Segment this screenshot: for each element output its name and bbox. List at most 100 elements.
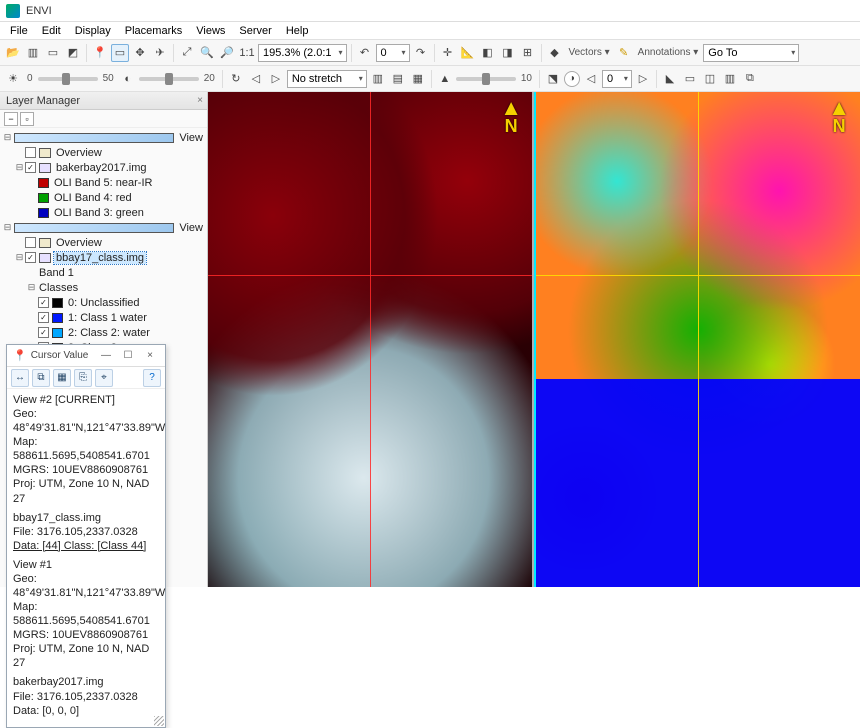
display-button[interactable]: ▭ [44,44,62,62]
menu-display[interactable]: Display [69,24,117,38]
tree-label[interactable]: Classes [37,282,80,294]
view-1[interactable]: ▲N [208,92,534,587]
tree-twisty-icon[interactable]: ⊟ [2,222,13,233]
open-button[interactable]: 📂 [4,44,22,62]
tree-label[interactable]: bbay17_class.img [54,252,146,264]
menu-server[interactable]: Server [233,24,277,38]
tree-checkbox[interactable] [25,162,36,173]
stretch-tool2-button[interactable]: ▤ [389,70,407,88]
rotate-cw-button[interactable]: ↷ [412,44,430,62]
menu-file[interactable]: File [4,24,34,38]
sharpen-slider[interactable] [456,77,516,81]
menu-placemarks[interactable]: Placemarks [119,24,188,38]
stretch-prev-button[interactable]: ◁ [247,70,265,88]
cursor-value-close-icon[interactable]: × [141,350,159,361]
tree-label[interactable]: View [177,132,205,144]
transparency-next-button[interactable]: ▷ [634,70,652,88]
text-button[interactable]: ⊞ [519,44,537,62]
pan-button[interactable]: ✥ [131,44,149,62]
lm-toggle1-button[interactable]: − [4,112,18,126]
tree-checkbox[interactable] [38,297,49,308]
transparency-field[interactable]: 0 [602,70,632,88]
feature-button[interactable]: ◨ [499,44,517,62]
tree-twisty-icon[interactable]: ⊟ [2,132,13,143]
tree-label[interactable]: Overview [54,147,104,159]
blend-icon[interactable]: ◑ [564,71,580,87]
tree-row[interactable]: OLI Band 5: near-IR [2,175,205,190]
rotation-field[interactable]: 0 [376,44,410,62]
resize-grip-icon[interactable] [154,716,164,726]
tree-row[interactable]: ⊟ View [2,130,205,145]
zoom-in-button[interactable]: 🔍 [198,44,216,62]
brightness-slider[interactable] [38,77,98,81]
rotate-ccw-button[interactable]: ↶ [356,44,374,62]
measure-button[interactable]: 📐 [459,44,477,62]
vectors-dropdown[interactable]: Vectors ▾ [566,47,613,58]
tool-e-button[interactable]: ⧉ [741,70,759,88]
zoom-out-button[interactable]: 🔎 [218,44,236,62]
tree-row[interactable]: 2: Class 2: water [2,325,205,340]
tree-row[interactable]: OLI Band 4: red [2,190,205,205]
zoom-1to1-button[interactable]: 1:1 [238,44,256,62]
cv-probe-button[interactable]: ▦ [53,369,71,387]
tree-twisty-icon[interactable]: ⊟ [14,162,25,173]
tree-row[interactable]: 1: Class 1 water [2,310,205,325]
transparency-prev-button[interactable]: ◁ [582,70,600,88]
tree-checkbox[interactable] [25,237,36,248]
cv-locate-button[interactable]: ⌖ [95,369,113,387]
brightness-icon[interactable]: ☀ [4,70,22,88]
stretch-next-button[interactable]: ▷ [267,70,285,88]
tree-label[interactable]: OLI Band 5: near-IR [52,177,154,189]
tree-label[interactable]: Band 1 [37,267,76,279]
tree-label[interactable]: OLI Band 3: green [52,207,146,219]
contrast-slider[interactable] [139,77,199,81]
tree-label[interactable]: 2: Class 2: water [66,327,152,339]
tree-twisty-icon[interactable]: ⊟ [26,282,37,293]
view-2[interactable]: ▲N [534,92,860,587]
select-button[interactable]: ▭ [111,44,129,62]
roi-button[interactable]: ◧ [479,44,497,62]
tool-d-button[interactable]: ▥ [721,70,739,88]
refresh-stretch-button[interactable]: ↻ [227,70,245,88]
cv-help-button[interactable]: ? [143,369,161,387]
tree-row[interactable]: OLI Band 3: green [2,205,205,220]
tree-label[interactable]: 0: Unclassified [66,297,142,309]
tree-row[interactable]: ⊟ bakerbay2017.img [2,160,205,175]
goto-combo[interactable]: Go To [703,44,799,62]
tree-row[interactable]: Band 1 [2,265,205,280]
tree-label[interactable]: bakerbay2017.img [54,162,149,174]
cv-copy-button[interactable]: ⧉ [32,369,50,387]
cursor-value-maximize-icon[interactable]: ☐ [119,350,137,361]
tool-b-button[interactable]: ▭ [681,70,699,88]
cv-link-button[interactable]: ↔ [11,369,29,387]
cursor-value-button[interactable]: 📍 [91,44,109,62]
cursor-value-minimize-icon[interactable]: — [97,350,115,361]
crosshair-button[interactable]: ✛ [439,44,457,62]
tree-row[interactable]: ⊟bbay17_class.img [2,250,205,265]
fly-button[interactable]: ✈ [151,44,169,62]
sharpen-icon[interactable]: ▲ [436,70,454,88]
tree-label[interactable]: OLI Band 4: red [52,192,134,204]
contrast-icon[interactable]: ◐ [119,70,137,88]
tree-label[interactable]: View [177,222,205,234]
zoom-combo[interactable]: 195.3% (2.0:1 [258,44,347,62]
tool-a-button[interactable]: ◣ [661,70,679,88]
tree-row[interactable]: ⊟ View [2,220,205,235]
stretch-tool1-button[interactable]: ▥ [369,70,387,88]
portal-button[interactable]: ⬔ [544,70,562,88]
tree-label[interactable]: 1: Class 1 water [66,312,149,324]
histogram-button[interactable]: ▦ [409,70,427,88]
tree-checkbox[interactable] [25,252,36,263]
cursor-value-panel[interactable]: 📍 Cursor Value — ☐ × ↔ ⧉ ▦ ⎘ ⌖ ? View #2… [6,344,166,728]
tree-checkbox[interactable] [38,312,49,323]
lm-toggle2-button[interactable]: ▫ [20,112,34,126]
menu-edit[interactable]: Edit [36,24,67,38]
cursor-value-titlebar[interactable]: 📍 Cursor Value — ☐ × [7,345,165,367]
tree-row[interactable]: Overview [2,145,205,160]
tool-c-button[interactable]: ◫ [701,70,719,88]
vectors-icon[interactable]: ◆ [546,44,564,62]
stretch-combo[interactable]: No stretch [287,70,367,88]
menu-help[interactable]: Help [280,24,315,38]
zoom-fit-button[interactable]: ⤢ [178,44,196,62]
tree-row[interactable]: 0: Unclassified [2,295,205,310]
